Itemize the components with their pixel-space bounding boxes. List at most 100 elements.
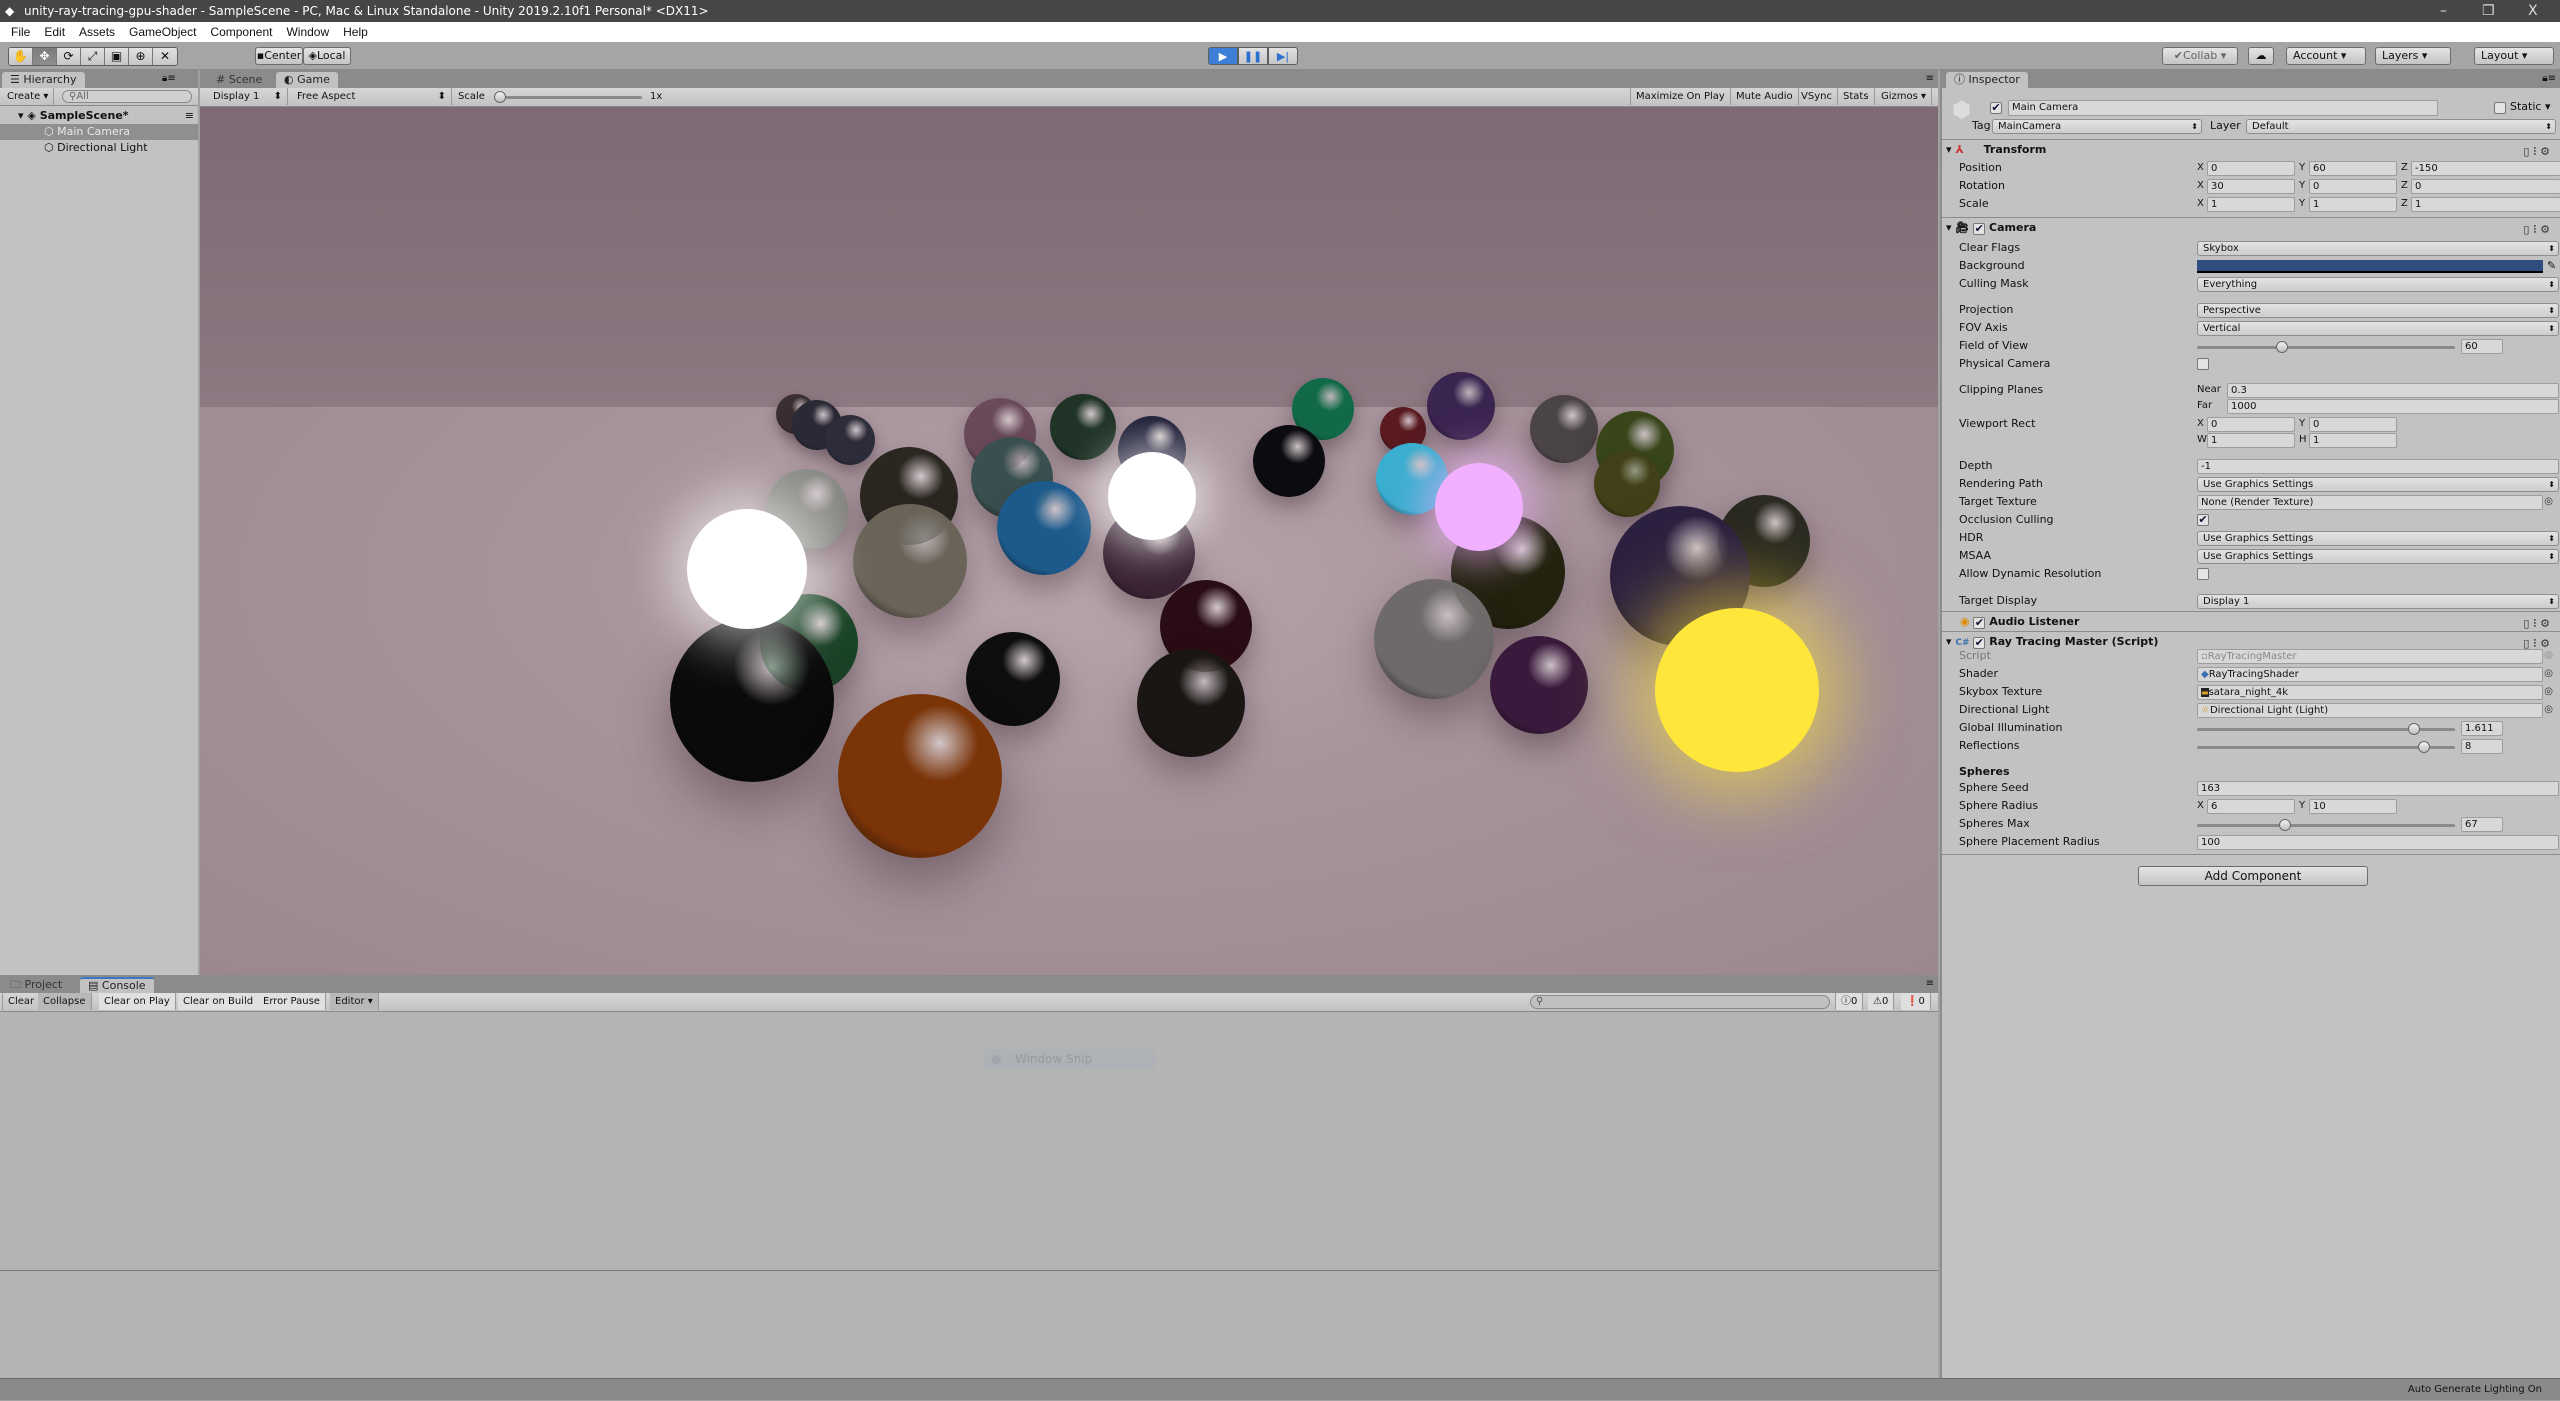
rotation-x-input[interactable]: 30: [2207, 179, 2295, 194]
panel-menu-icon[interactable]: ≡: [1926, 978, 1934, 989]
collab-button[interactable]: ✔Collab ▾: [2162, 47, 2238, 65]
menu-component[interactable]: Component: [203, 22, 279, 42]
static-checkbox[interactable]: [2494, 102, 2506, 114]
slider-knob[interactable]: [2276, 341, 2289, 353]
sphere-placement-input[interactable]: 100: [2197, 835, 2559, 850]
projection-dropdown[interactable]: Perspective: [2197, 303, 2559, 318]
hdr-dropdown[interactable]: Use Graphics Settings: [2197, 531, 2559, 546]
component-menu-icons[interactable]: ▯⫶⚙: [2523, 220, 2554, 239]
menu-gameobject[interactable]: GameObject: [122, 22, 203, 42]
layers-dropdown[interactable]: Layers ▾: [2375, 47, 2451, 65]
panel-menu-icon[interactable]: ≡: [1926, 73, 1934, 84]
viewport-x-input[interactable]: 0: [2207, 417, 2295, 432]
gi-input[interactable]: 1.611: [2461, 721, 2503, 736]
transform-header[interactable]: ▾ ⅄ Transform ▯⫶⚙: [1942, 139, 2560, 159]
component-menu-icons[interactable]: ▯⫶⚙: [2523, 142, 2554, 161]
error-filter-toggle[interactable]: ❗0: [1901, 993, 1931, 1010]
lock-icon[interactable]: 🔒︎≡: [162, 73, 176, 84]
rendering-path-dropdown[interactable]: Use Graphics Settings: [2197, 477, 2559, 492]
layer-dropdown[interactable]: Default: [2246, 119, 2556, 134]
rect-tool-icon[interactable]: ▣: [105, 48, 129, 65]
collapse-toggle[interactable]: Collapse: [38, 993, 92, 1010]
tab-game[interactable]: ◐ Game: [276, 72, 338, 88]
expand-arrow-icon[interactable]: ▾: [18, 109, 24, 122]
play-button[interactable]: ▶: [1208, 47, 1238, 65]
scale-z-input[interactable]: 1: [2411, 197, 2560, 212]
culling-mask-dropdown[interactable]: Everything: [2197, 277, 2559, 292]
spheres-max-slider[interactable]: [2197, 819, 2455, 831]
skybox-field[interactable]: ▬satara_night_4k: [2197, 685, 2543, 700]
lock-icon[interactable]: 🔒︎≡: [2542, 73, 2556, 84]
sphere-radius-x-input[interactable]: 6: [2207, 799, 2295, 814]
reflections-input[interactable]: 8: [2461, 739, 2503, 754]
stats-toggle[interactable]: Stats: [1838, 88, 1875, 105]
clear-button[interactable]: Clear: [2, 993, 41, 1010]
hand-tool-icon[interactable]: ✋: [9, 48, 33, 65]
far-input[interactable]: 1000: [2227, 399, 2559, 414]
tab-scene[interactable]: # Scene: [208, 72, 270, 88]
scale-tool-icon[interactable]: ⤢: [81, 48, 105, 65]
scale-slider-knob[interactable]: [494, 91, 506, 103]
slider-knob[interactable]: [2407, 723, 2420, 735]
directional-light-field[interactable]: ☼Directional Light (Light): [2197, 703, 2543, 718]
menu-assets[interactable]: Assets: [72, 22, 122, 42]
scale-x-input[interactable]: 1: [2207, 197, 2295, 212]
custom-tool-icon[interactable]: ✕: [153, 48, 177, 65]
object-picker-icon[interactable]: ◎: [2544, 684, 2553, 700]
foldout-arrow-icon[interactable]: ▾: [1946, 143, 1952, 156]
static-dropdown[interactable]: Static ▾: [2510, 100, 2550, 113]
tab-hierarchy[interactable]: ☰ Hierarchy: [2, 72, 85, 88]
spheres-max-input[interactable]: 67: [2461, 817, 2503, 832]
target-display-dropdown[interactable]: Display 1: [2197, 594, 2559, 609]
editor-dropdown[interactable]: Editor ▾: [330, 993, 379, 1010]
slider-knob[interactable]: [2278, 819, 2291, 831]
reflections-slider[interactable]: [2197, 741, 2455, 753]
viewport-h-input[interactable]: 1: [2309, 433, 2397, 448]
mute-audio-toggle[interactable]: Mute Audio: [1731, 88, 1799, 105]
audio-listener-checkbox[interactable]: ✔: [1973, 617, 1986, 629]
msaa-dropdown[interactable]: Use Graphics Settings: [2197, 549, 2559, 564]
eyedropper-icon[interactable]: ✎: [2547, 258, 2556, 274]
menu-help[interactable]: Help: [336, 22, 375, 42]
move-tool-icon[interactable]: ✥: [33, 48, 57, 65]
object-name-input[interactable]: Main Camera: [2008, 100, 2438, 116]
add-component-button[interactable]: Add Component: [2138, 866, 2368, 886]
menu-edit[interactable]: Edit: [37, 22, 72, 42]
gizmos-dropdown[interactable]: Gizmos ▾: [1876, 88, 1933, 105]
slider-knob[interactable]: [2418, 741, 2431, 753]
object-picker-icon[interactable]: ◎: [2544, 666, 2553, 682]
target-texture-field[interactable]: None (Render Texture): [2197, 495, 2543, 510]
layout-dropdown[interactable]: Layout ▾: [2474, 47, 2554, 65]
cloud-button[interactable]: ☁: [2248, 47, 2274, 65]
object-picker-icon[interactable]: ◎: [2544, 494, 2553, 510]
camera-enabled-checkbox[interactable]: ✔: [1973, 223, 1986, 235]
restore-button[interactable]: ❐: [2482, 0, 2495, 22]
console-splitter[interactable]: [0, 1270, 1938, 1271]
display-dropdown[interactable]: Display 1 ⬍: [208, 88, 288, 105]
warning-filter-toggle[interactable]: ⚠0: [1868, 993, 1895, 1010]
viewport-y-input[interactable]: 0: [2309, 417, 2397, 432]
clear-on-play-toggle[interactable]: Clear on Play: [99, 993, 176, 1010]
scale-slider[interactable]: [494, 91, 642, 103]
step-button[interactable]: ▶|: [1268, 47, 1298, 65]
scale-y-input[interactable]: 1: [2309, 197, 2397, 212]
error-pause-toggle[interactable]: Error Pause: [258, 993, 326, 1010]
shader-field[interactable]: ◆RayTracingShader: [2197, 667, 2543, 682]
gi-slider[interactable]: [2197, 723, 2455, 735]
hierarchy-item-directional-light[interactable]: ⬡ Directional Light: [0, 140, 198, 156]
fov-slider[interactable]: [2197, 341, 2455, 353]
dynamic-resolution-checkbox[interactable]: [2197, 568, 2209, 580]
fov-axis-dropdown[interactable]: Vertical: [2197, 321, 2559, 336]
tag-dropdown[interactable]: MainCamera: [1992, 119, 2202, 134]
close-button[interactable]: X: [2528, 0, 2538, 22]
pivot-center-button[interactable]: ▪Center: [255, 47, 303, 65]
physical-camera-checkbox[interactable]: [2197, 358, 2209, 370]
clear-on-build-toggle[interactable]: Clear on Build: [178, 993, 260, 1010]
fov-input[interactable]: 60: [2461, 339, 2503, 354]
audio-listener-header[interactable]: ◉ ✔ Audio Listener ▯⫶⚙: [1942, 611, 2560, 631]
rotate-tool-icon[interactable]: ⟳: [57, 48, 81, 65]
occlusion-culling-checkbox[interactable]: ✔: [2197, 514, 2209, 526]
menu-file[interactable]: File: [4, 22, 37, 42]
rotation-y-input[interactable]: 0: [2309, 179, 2397, 194]
scene-menu-icon[interactable]: ≡: [185, 108, 194, 124]
